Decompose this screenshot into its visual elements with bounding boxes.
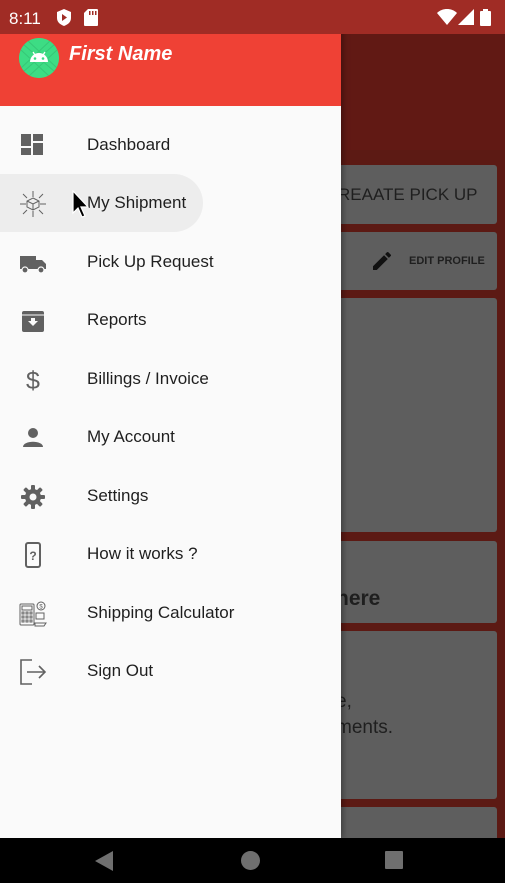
bg-card-medium: here bbox=[336, 541, 497, 623]
person-icon bbox=[23, 428, 43, 447]
calculator-icon: $ bbox=[19, 601, 47, 627]
menu-item-my-shipment[interactable]: My Shipment bbox=[0, 174, 203, 232]
menu-item-reports[interactable]: Reports bbox=[0, 291, 341, 349]
avatar[interactable] bbox=[19, 38, 59, 78]
menu-item-label: Shipping Calculator bbox=[87, 603, 235, 622]
android-icon bbox=[19, 38, 59, 78]
wifi-icon bbox=[437, 9, 457, 25]
dashboard-icon bbox=[21, 134, 43, 155]
status-bar: 8:11 bbox=[0, 0, 505, 34]
create-pickup-card: REAATE PICK UP bbox=[336, 165, 497, 224]
edit-profile-label: EDIT PROFILE bbox=[409, 255, 485, 267]
signal-icon bbox=[458, 9, 474, 25]
truck-icon bbox=[20, 256, 46, 274]
menu-item-label: Billings / Invoice bbox=[87, 369, 209, 388]
sign-out-icon bbox=[20, 659, 47, 685]
sd-card-icon bbox=[84, 9, 98, 26]
bg-card-bottom bbox=[336, 807, 497, 838]
battery-icon bbox=[480, 9, 491, 26]
help-phone-icon: ? bbox=[25, 542, 41, 568]
menu-item-shipping-calculator[interactable]: $ Shipping Calculator bbox=[0, 584, 341, 642]
drawer-header: First Name bbox=[0, 34, 341, 106]
menu-item-sign-out[interactable]: Sign Out bbox=[0, 642, 341, 700]
back-icon[interactable] bbox=[95, 851, 113, 871]
menu-item-dashboard[interactable]: Dashboard bbox=[0, 116, 341, 174]
create-pickup-label: REAATE PICK UP bbox=[338, 185, 478, 204]
menu-item-label: Dashboard bbox=[87, 135, 171, 154]
menu-item-label: Reports bbox=[87, 310, 147, 329]
menu-item-label: Settings bbox=[87, 486, 149, 505]
mouse-cursor-icon bbox=[72, 190, 90, 218]
recents-icon[interactable] bbox=[385, 851, 403, 869]
menu-item-settings[interactable]: Settings bbox=[0, 467, 341, 525]
bg-partial-text-3: ments. bbox=[336, 717, 394, 738]
bg-card-large bbox=[336, 298, 497, 532]
menu-item-how-it-works[interactable]: ? How it works ? bbox=[0, 525, 341, 583]
archive-icon bbox=[22, 311, 44, 332]
system-nav-bar bbox=[0, 838, 505, 883]
navigation-drawer: First Name Dashboard My Shipment Pick Up… bbox=[0, 0, 341, 838]
shipment-box-icon bbox=[20, 191, 46, 217]
dollar-icon: $ bbox=[26, 367, 40, 395]
menu-item-my-account[interactable]: My Account bbox=[0, 408, 341, 466]
edit-profile-card: EDIT PROFILE bbox=[336, 232, 497, 290]
menu-item-billings-invoice[interactable]: $ Billings / Invoice bbox=[0, 350, 341, 408]
gear-icon bbox=[21, 485, 45, 509]
menu-item-label: How it works ? bbox=[87, 544, 198, 563]
menu-item-label: Sign Out bbox=[87, 661, 154, 680]
play-protect-icon bbox=[57, 9, 71, 26]
svg-text:?: ? bbox=[29, 549, 36, 563]
menu-item-label: My Account bbox=[87, 427, 175, 446]
svg-text:$: $ bbox=[26, 367, 40, 395]
menu-item-label: My Shipment bbox=[87, 193, 187, 212]
menu-item-pick-up-request[interactable]: Pick Up Request bbox=[0, 233, 341, 291]
status-time: 8:11 bbox=[9, 9, 41, 28]
bg-card-info: e, ments. bbox=[336, 631, 497, 799]
bg-partial-text: here bbox=[336, 587, 381, 610]
pencil-icon bbox=[373, 251, 391, 270]
home-icon[interactable] bbox=[241, 851, 260, 870]
user-name: First Name bbox=[69, 43, 173, 65]
menu-item-label: Pick Up Request bbox=[87, 252, 214, 271]
